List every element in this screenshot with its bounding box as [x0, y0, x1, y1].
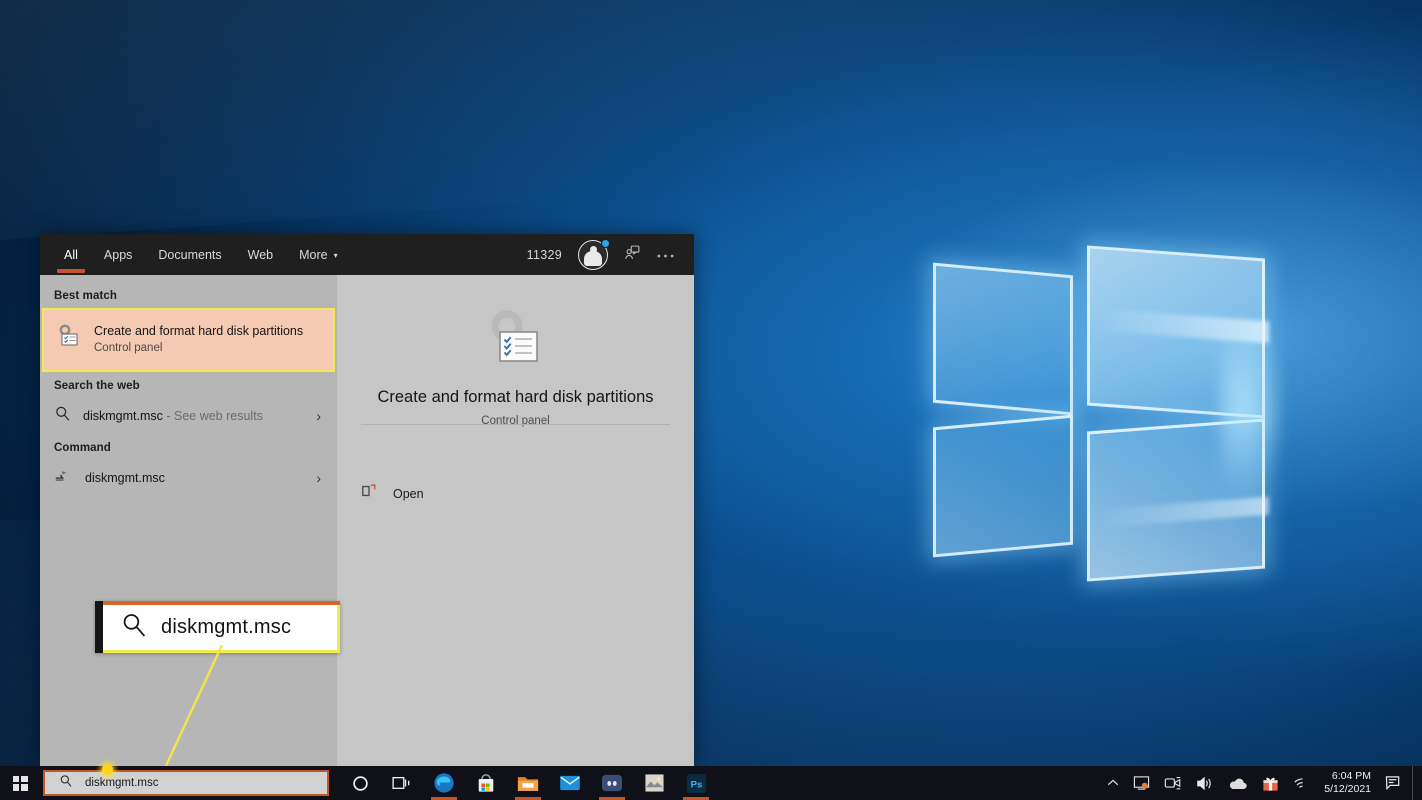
start-search-flyout: All Apps Documents Web More ▾ 11329 Best…	[40, 234, 694, 766]
group-heading-command: Command	[54, 442, 111, 454]
task-view-icon[interactable]	[381, 766, 423, 800]
result-item-best-match[interactable]: Create and format hard disk partitions C…	[44, 316, 333, 361]
clock-time: 6:04 PM	[1331, 770, 1371, 782]
volume-icon[interactable]	[1189, 776, 1221, 791]
search-header-actions: 11329	[526, 238, 694, 270]
command-run-icon	[54, 467, 73, 489]
best-match-highlight-annotation: Create and format hard disk partitions C…	[42, 308, 335, 372]
tab-web[interactable]: Web	[235, 234, 286, 275]
tab-more-label: More	[299, 247, 328, 262]
search-icon	[120, 611, 147, 643]
open-label: Open	[393, 486, 424, 501]
search-icon	[54, 405, 71, 427]
chevron-right-icon[interactable]: ›	[316, 408, 327, 424]
command-result-title: diskmgmt.msc	[85, 471, 165, 485]
taskbar: diskmgmt.msc Ps 6:04 PM 5/12/2021	[0, 764, 1422, 800]
photoshop-icon[interactable]: Ps	[675, 766, 717, 800]
annotation-target-dot	[102, 764, 113, 775]
taskbar-clock[interactable]: 6:04 PM 5/12/2021	[1318, 770, 1381, 796]
meet-now-icon[interactable]	[1157, 776, 1189, 790]
result-item-web-search[interactable]: diskmgmt.msc - See web results ›	[40, 398, 337, 434]
search-results-area: Best match Create and format hard disk p…	[40, 275, 694, 766]
windows-start-icon[interactable]	[0, 775, 40, 791]
show-hidden-icons-chevron[interactable]	[1100, 778, 1126, 788]
search-filter-tabbar: All Apps Documents Web More ▾ 11329	[40, 234, 694, 275]
rewards-points: 11329	[526, 247, 562, 262]
onedrive-cloud-icon[interactable]	[1221, 777, 1255, 790]
feedback-icon[interactable]	[624, 244, 641, 266]
show-desktop-button[interactable]	[1412, 766, 1418, 800]
best-match-subtitle: Control panel	[94, 342, 163, 354]
notification-badge	[601, 238, 610, 248]
tab-documents[interactable]: Documents	[145, 234, 234, 275]
account-avatar-icon[interactable]	[578, 238, 610, 270]
file-explorer-icon[interactable]	[507, 766, 549, 800]
svg-text:Ps: Ps	[690, 779, 702, 790]
search-preview-pane: Create and format hard disk partitions C…	[337, 275, 694, 766]
ellipsis-icon[interactable]	[657, 246, 674, 264]
disk-management-icon	[56, 323, 82, 354]
chevron-down-icon: ▾	[333, 251, 338, 260]
tab-apps-label: Apps	[103, 247, 133, 262]
preview-subtitle: Control panel	[481, 415, 550, 427]
magnified-search-box-callout[interactable]: diskmgmt.msc	[95, 601, 340, 653]
tab-apps[interactable]: Apps	[91, 234, 146, 275]
result-item-command[interactable]: diskmgmt.msc ›	[40, 460, 337, 496]
group-heading-best-match: Best match	[54, 290, 117, 302]
tab-documents-label: Documents	[158, 247, 222, 262]
photos-app-icon[interactable]	[633, 766, 675, 800]
search-results-list: Best match Create and format hard disk p…	[40, 275, 337, 766]
best-match-title: Create and format hard disk partitions	[94, 324, 304, 338]
cortana-icon[interactable]	[339, 766, 381, 800]
microsoft-edge-icon[interactable]	[423, 766, 465, 800]
magnified-search-value: diskmgmt.msc	[161, 615, 292, 638]
disk-management-large-icon	[483, 308, 549, 370]
search-icon	[59, 774, 73, 793]
preview-title: Create and format hard disk partitions	[377, 388, 654, 406]
group-heading-search-the-web: Search the web	[54, 380, 140, 392]
wifi-icon[interactable]	[1286, 776, 1318, 791]
tab-more[interactable]: More ▾	[286, 234, 351, 275]
preview-divider	[361, 424, 670, 425]
action-center-icon[interactable]	[1381, 775, 1412, 791]
microsoft-store-icon[interactable]	[465, 766, 507, 800]
tab-all-label: All	[64, 247, 78, 262]
taskbar-search-input[interactable]: diskmgmt.msc	[43, 764, 329, 796]
web-result-suffix: - See web results	[162, 409, 263, 423]
preview-action-open[interactable]: Open	[361, 483, 424, 504]
taskbar-pinned-icons: Ps	[339, 766, 717, 800]
mail-icon[interactable]	[549, 766, 591, 800]
package-delivery-icon[interactable]	[1255, 775, 1286, 792]
clock-date: 5/12/2021	[1324, 783, 1371, 795]
display-adapter-icon[interactable]	[1126, 775, 1157, 791]
tab-all[interactable]: All	[51, 234, 91, 275]
discord-icon[interactable]	[591, 766, 633, 800]
system-tray: 6:04 PM 5/12/2021	[1100, 766, 1422, 800]
web-result-query: diskmgmt.msc	[83, 409, 163, 423]
chevron-right-icon-command[interactable]: ›	[316, 470, 327, 486]
open-external-icon	[361, 483, 377, 504]
tab-web-label: Web	[247, 247, 274, 262]
taskbar-search-value: diskmgmt.msc	[85, 777, 159, 789]
